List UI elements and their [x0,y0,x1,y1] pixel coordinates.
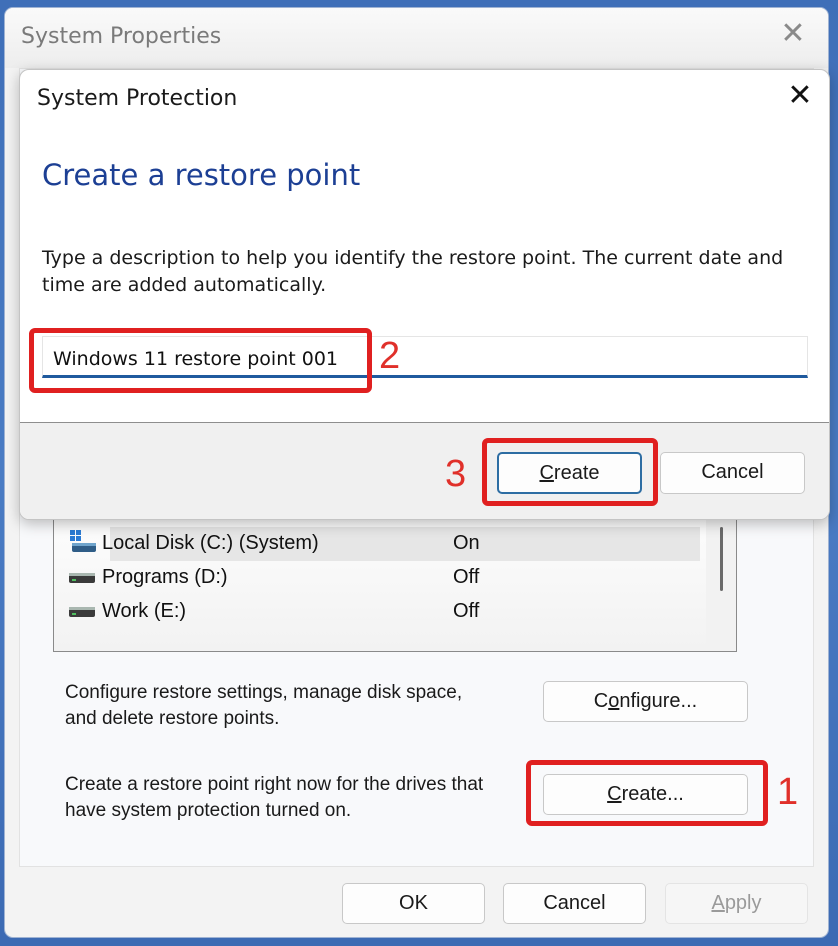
annotation-box-step-2 [29,328,372,393]
apply-label-part: pply [724,892,762,914]
annotation-step-2: 2 [379,335,401,377]
create-description-line-2: have system protection turned on. [65,800,352,821]
ok-button[interactable]: OK [342,883,485,924]
annotation-step-1: 1 [777,771,799,813]
configure-label-part: nfigure... [619,690,698,712]
apply-label-accesskey: A [711,892,725,914]
drive-name: Local Disk (C:) (System) [102,532,319,554]
drive-row[interactable]: Programs (D:) Off [54,561,700,595]
dialog-description: Type a description to help you identify … [42,247,784,296]
system-drive-icon [70,530,96,552]
configure-description-line-1: Configure restore settings, manage disk … [65,682,463,703]
cancel-button[interactable]: Cancel [503,883,646,924]
drive-row[interactable]: Local Disk (C:) (System) On [54,527,700,561]
drive-icon [69,573,95,583]
drive-protection-status: Off [453,566,480,588]
drive-name: Programs (D:) [102,566,228,588]
system-protection-dialog: System Protection ✕ Create a restore poi… [19,69,830,520]
drive-name: Work (E:) [102,600,187,622]
create-description: Create a restore point right now for the… [65,772,483,824]
dialog-cancel-button[interactable]: Cancel [660,452,805,494]
drive-protection-status: Off [453,600,480,622]
drive-icon [69,607,95,617]
dialog-footer: Create Cancel [20,422,829,519]
dialog-title: System Protection [37,86,238,111]
close-icon[interactable]: ✕ [780,19,806,49]
configure-button[interactable]: Configure... [543,681,748,722]
scrollbar-thumb[interactable] [720,527,723,591]
configure-description: Configure restore settings, manage disk … [65,680,462,732]
close-icon[interactable]: ✕ [785,81,815,112]
window-title: System Properties [21,24,222,49]
annotation-box-step-3 [482,438,658,506]
configure-label-accesskey: o [608,690,620,712]
drive-protection-status: On [453,532,480,554]
dialog-heading: Create a restore point [42,158,361,192]
annotation-step-3: 3 [445,453,467,495]
system-properties-titlebar: System Properties ✕ [5,8,828,68]
configure-label-part: C [593,690,609,712]
configure-description-line-2: and delete restore points. [65,708,280,729]
drive-row[interactable]: Work (E:) Off [54,595,700,629]
annotation-box-step-1 [526,760,768,826]
create-description-line-1: Create a restore point right now for the… [65,774,484,795]
apply-button[interactable]: Apply [665,883,808,924]
